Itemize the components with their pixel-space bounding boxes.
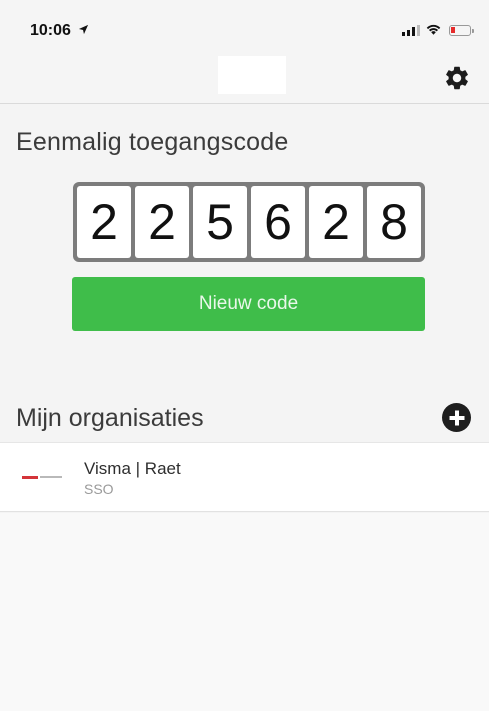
otp-digit: 2 <box>77 186 131 258</box>
list-item[interactable]: Visma | Raet SSO <box>0 442 489 512</box>
otp-digit: 2 <box>309 186 363 258</box>
organisation-name: Visma | Raet <box>84 459 181 478</box>
organisations-section-title: Mijn organisaties <box>16 404 204 432</box>
otp-digit: 5 <box>193 186 247 258</box>
status-time: 10:06 <box>30 22 89 40</box>
location-arrow-icon <box>79 24 89 35</box>
nav-bar <box>0 52 489 104</box>
status-icons <box>402 24 474 36</box>
otp-code-display: 2 2 5 6 2 8 <box>73 182 425 262</box>
gear-icon[interactable] <box>443 64 471 92</box>
battery-low-icon <box>449 25 474 36</box>
visma-raet-logo <box>22 474 66 480</box>
app-logo-placeholder <box>218 56 286 94</box>
wifi-icon <box>426 24 441 35</box>
empty-list-area <box>0 513 489 711</box>
clock: 10:06 <box>30 22 71 39</box>
otp-digit: 6 <box>251 186 305 258</box>
otp-digit: 8 <box>367 186 421 258</box>
status-bar: 10:06 <box>0 0 489 52</box>
new-code-button[interactable]: Nieuw code <box>72 277 425 331</box>
plus-circle-icon[interactable] <box>442 403 471 432</box>
organisation-subtitle: SSO <box>84 481 114 497</box>
otp-digit: 2 <box>135 186 189 258</box>
otp-section-title: Eenmalig toegangscode <box>16 128 289 156</box>
signal-bars-icon <box>402 25 420 36</box>
